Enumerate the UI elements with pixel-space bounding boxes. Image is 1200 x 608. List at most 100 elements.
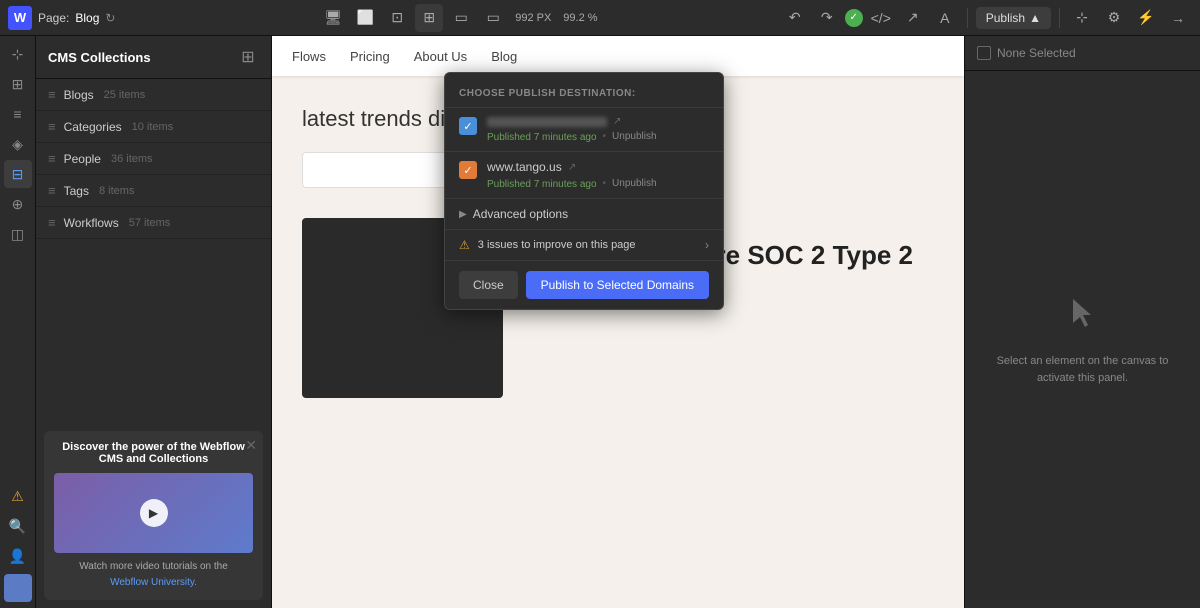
- issues-warning-icon: ⚠: [459, 238, 470, 252]
- rail-assets-icon[interactable]: ◈: [4, 130, 32, 158]
- rail-search-icon[interactable]: 🔍: [4, 512, 32, 540]
- sidebar-item-people[interactable]: ≡ People 36 items: [36, 143, 271, 175]
- tags-count: 8 items: [99, 185, 134, 197]
- people-count: 36 items: [111, 153, 153, 165]
- right-panel: None Selected Select an element on the c…: [964, 36, 1200, 608]
- code-editor-btn[interactable]: </>: [867, 4, 895, 32]
- domain-row-1[interactable]: ✓ ↗ Published 7 minutes ago • Unpublish: [445, 108, 723, 152]
- promo-card: ✕ Discover the power of the Webflow CMS …: [44, 431, 263, 600]
- desktop-view-btn[interactable]: 🖥: [319, 4, 347, 32]
- publish-button[interactable]: Publish ▲: [976, 7, 1051, 29]
- seo-btn[interactable]: A: [931, 4, 959, 32]
- promo-link[interactable]: Webflow University.: [110, 577, 197, 588]
- domain2-name-row: www.tango.us ↗: [487, 160, 709, 174]
- publish-overlay: CHOOSE PUBLISH DESTINATION: ✓ ↗ Publishe…: [444, 72, 724, 310]
- nav-blog: Blog: [491, 49, 517, 64]
- domain2-unpublish-btn[interactable]: Unpublish: [612, 178, 656, 189]
- sidebar-item-categories[interactable]: ≡ Categories 10 items: [36, 111, 271, 143]
- toolbar: W Page: Blog ↻ 🖥 ⬜ ⊡ ⊞ ▭ ▭ 992 PX 99.2 %…: [0, 0, 1200, 36]
- undo-btn[interactable]: ↶: [781, 4, 809, 32]
- mobile-sm-btn[interactable]: ▭: [479, 4, 507, 32]
- nav-about: About Us: [414, 49, 467, 64]
- sidebar-item-tags[interactable]: ≡ Tags 8 items: [36, 175, 271, 207]
- sidebar-item-workflows[interactable]: ≡ Workflows 57 items: [36, 207, 271, 239]
- right-panel-header: None Selected: [965, 36, 1200, 71]
- rail-cursor-icon[interactable]: ⊹: [4, 40, 32, 68]
- workflows-icon: ≡: [48, 215, 56, 230]
- domain2-status: Published 7 minutes ago: [487, 179, 597, 190]
- rail-warning-icon[interactable]: ⚠: [4, 482, 32, 510]
- breakpoint-btn[interactable]: ⊞: [415, 4, 443, 32]
- tags-name: Tags: [64, 184, 89, 198]
- rail-components-icon[interactable]: ◫: [4, 220, 32, 248]
- close-publish-button[interactable]: Close: [459, 271, 518, 299]
- rail-ecommerce-icon[interactable]: ⊕: [4, 190, 32, 218]
- publish-label: Publish: [986, 11, 1025, 25]
- share-btn[interactable]: ↗: [899, 4, 927, 32]
- right-panel-body: Select an element on the canvas to activ…: [965, 71, 1200, 608]
- mobile-lg-btn[interactable]: ▭: [447, 4, 475, 32]
- workflows-name: Workflows: [64, 216, 119, 230]
- domain1-status: Published 7 minutes ago: [487, 132, 597, 143]
- domain1-unpublish-btn[interactable]: Unpublish: [612, 131, 656, 142]
- toolbar-left: W Page: Blog ↻: [0, 6, 140, 30]
- tablet-sm-btn[interactable]: ⊡: [383, 4, 411, 32]
- search-input[interactable]: [302, 152, 462, 188]
- blogs-icon: ≡: [48, 87, 56, 102]
- domain1-name-blurred: [487, 117, 607, 127]
- categories-name: Categories: [64, 120, 122, 134]
- categories-icon: ≡: [48, 119, 56, 134]
- redo-btn[interactable]: ↷: [813, 4, 841, 32]
- add-collection-button[interactable]: ⊞: [237, 46, 259, 68]
- categories-count: 10 items: [132, 121, 174, 133]
- cursor-icon[interactable]: ⊹: [1068, 4, 1096, 32]
- promo-cta-text: Watch more video tutorials on the: [54, 561, 253, 572]
- main-area: ⊹ ⊞ ≡ ◈ ⊟ ⊕ ◫ ⚠ 🔍 👤 CMS Collections ⊞ ≡ …: [0, 36, 1200, 608]
- sidebar-items: ≡ Blogs 25 items ≡ Categories 10 items ≡…: [36, 79, 271, 423]
- tablet-lg-btn[interactable]: ⬜: [351, 4, 379, 32]
- publish-chevron-icon: ▲: [1029, 11, 1041, 25]
- sidebar-item-blogs[interactable]: ≡ Blogs 25 items: [36, 79, 271, 111]
- zoom-display: 99.2 %: [563, 12, 597, 24]
- sidebar-header: CMS Collections ⊞: [36, 36, 271, 79]
- nav-flows: Flows: [292, 49, 326, 64]
- page-settings-icon[interactable]: ↻: [105, 11, 115, 25]
- advanced-arrow-icon: ▶: [459, 209, 467, 220]
- domain2-checkbox[interactable]: ✓: [459, 161, 477, 179]
- domain-row-2[interactable]: ✓ www.tango.us ↗ Published 7 minutes ago…: [445, 152, 723, 199]
- rail-account-icon[interactable]: 👤: [4, 542, 32, 570]
- save-status-icon: ✓: [845, 9, 863, 27]
- promo-play-button[interactable]: ▶: [140, 499, 168, 527]
- lightning-icon[interactable]: ⚡: [1132, 4, 1160, 32]
- rail-cms-icon[interactable]: ⊟: [4, 160, 32, 188]
- issues-label-text: issues to improve on this page: [487, 239, 636, 251]
- cursor-select-icon: [1063, 293, 1103, 341]
- domain1-checkbox[interactable]: ✓: [459, 117, 477, 135]
- none-selected-row: None Selected: [977, 46, 1188, 60]
- nav-pricing: Pricing: [350, 49, 390, 64]
- webflow-logo[interactable]: W: [8, 6, 32, 30]
- issues-row[interactable]: ⚠ 3 issues to improve on this page ›: [445, 230, 723, 261]
- page-name[interactable]: Blog: [75, 11, 99, 25]
- advanced-options-label: Advanced options: [473, 207, 568, 221]
- domain1-external-icon[interactable]: ↗: [613, 116, 621, 127]
- publish-actions: Close Publish to Selected Domains: [445, 261, 723, 309]
- rail-pages-icon[interactable]: ⊞: [4, 70, 32, 98]
- canvas: Flows Pricing About Us Blog latest trend…: [272, 36, 964, 608]
- publish-overlay-header: CHOOSE PUBLISH DESTINATION:: [445, 73, 723, 108]
- promo-video-thumbnail[interactable]: ▶: [54, 473, 253, 553]
- domain1-name-row: ↗: [487, 116, 709, 127]
- settings-icon[interactable]: ⚙: [1100, 4, 1128, 32]
- user-avatar[interactable]: [4, 574, 32, 602]
- people-icon: ≡: [48, 151, 56, 166]
- advanced-options-row[interactable]: ▶ Advanced options: [445, 199, 723, 230]
- publish-to-domains-button[interactable]: Publish to Selected Domains: [526, 271, 709, 299]
- promo-close-button[interactable]: ✕: [245, 437, 257, 454]
- toolbar-right: ↶ ↷ ✓ </> ↗ A Publish ▲ ⊹ ⚙ ⚡ →: [781, 4, 1200, 32]
- selection-checkbox: [977, 46, 991, 60]
- domain2-external-icon[interactable]: ↗: [568, 162, 576, 173]
- domain2-status-row: Published 7 minutes ago • Unpublish: [487, 177, 709, 190]
- arrow-icon[interactable]: →: [1164, 4, 1192, 32]
- rail-layers-icon[interactable]: ≡: [4, 100, 32, 128]
- domain1-dot: •: [603, 131, 607, 142]
